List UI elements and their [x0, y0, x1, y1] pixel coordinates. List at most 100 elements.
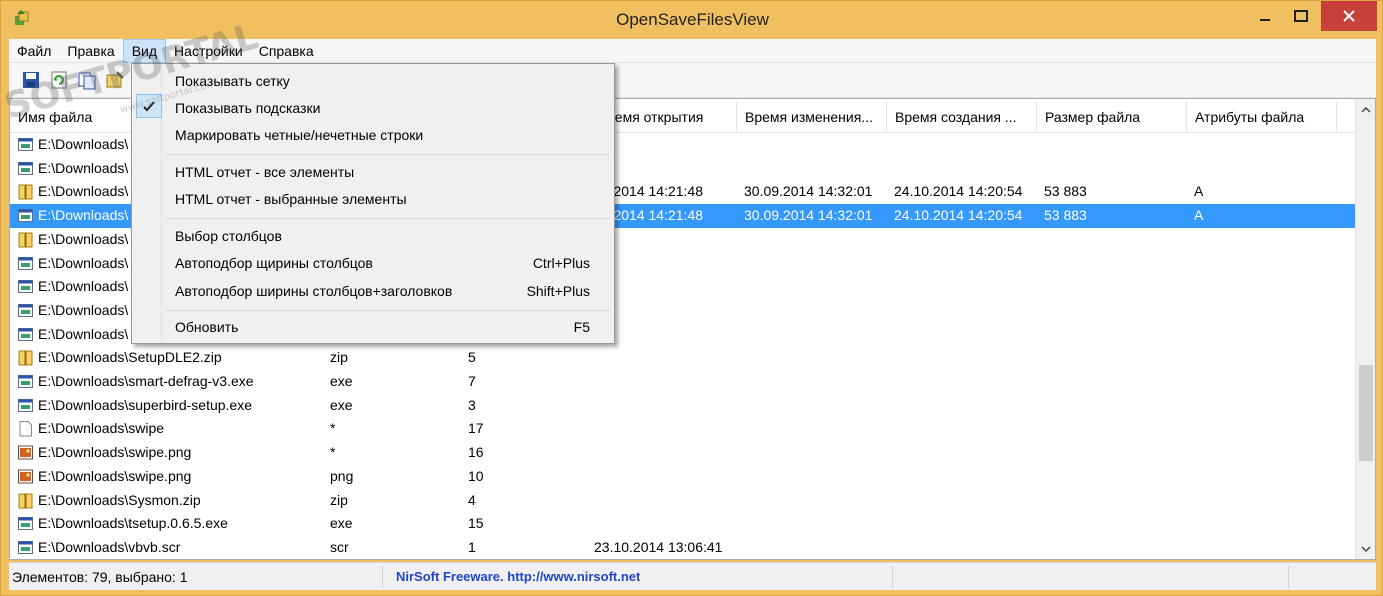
menu-item-html-report-selected[interactable]: HTML отчет - выбранные элементы — [134, 186, 612, 213]
column-header-created[interactable]: Время создания ... — [887, 101, 1037, 133]
menu-item-label: Автоподбор ширины столбцов+заголовков — [175, 283, 453, 299]
cell-size — [1044, 275, 1184, 299]
scroll-up-button[interactable] — [1356, 101, 1375, 118]
status-bar: Элементов: 79, выбрано: 1 NirSoft Freewa… — [9, 562, 1376, 590]
cell-size — [1044, 133, 1184, 157]
column-header-attributes[interactable]: Атрибуты файла — [1187, 101, 1337, 133]
cell-modified — [744, 133, 884, 157]
cell-attr — [1194, 536, 1334, 559]
cell-modified: 30.09.2014 14:32:01 — [744, 207, 873, 224]
maximize-button[interactable] — [1284, 1, 1318, 31]
save-icon[interactable] — [21, 70, 41, 90]
table-row[interactable]: E:\Downloads\tsetup.0.6.5.exe exe 15 — [10, 512, 1355, 536]
cell-opened — [594, 252, 734, 276]
table-row[interactable]: E:\Downloads\Sysmon.zip zip 4 — [10, 489, 1355, 513]
close-button[interactable] — [1321, 1, 1377, 31]
exe-file-icon — [18, 327, 33, 341]
menu-item-show-grid[interactable]: Показывать сетку — [134, 68, 612, 95]
cell-count: 10 — [468, 467, 484, 484]
status-nirsoft-link[interactable]: NirSoft Freeware. http://www.nirsoft.net — [393, 566, 893, 588]
cell-modified — [744, 252, 884, 276]
cell-modified — [744, 370, 884, 394]
scroll-down-button[interactable] — [1356, 540, 1375, 557]
minimize-button[interactable] — [1248, 1, 1282, 31]
cell-modified — [744, 417, 884, 441]
chevron-down-icon — [1361, 545, 1371, 552]
cell-opened — [594, 133, 734, 157]
refresh-icon[interactable] — [49, 70, 69, 90]
cell-opened — [594, 417, 734, 441]
cell-ext: exe — [330, 515, 353, 532]
scroll-thumb[interactable] — [1359, 365, 1373, 461]
cell-modified — [744, 275, 884, 299]
menu-item-mark-rows[interactable]: Маркировать четные/нечетные строки — [134, 122, 612, 149]
cell-attr — [1194, 489, 1334, 513]
cell-created — [894, 370, 1034, 394]
table-row[interactable]: E:\Downloads\smart-defrag-v3.exe exe 7 — [10, 370, 1355, 394]
cell-modified — [744, 346, 884, 370]
title-bar[interactable]: OpenSaveFilesView — [1, 1, 1383, 39]
image-file-icon — [18, 445, 33, 460]
table-row[interactable]: E:\Downloads\swipe * 17 — [10, 417, 1355, 441]
menu-item-refresh[interactable]: Обновить F5 — [134, 314, 612, 341]
cell-size — [1044, 157, 1184, 181]
cell-opened: 10.2014 14:21:48 — [594, 183, 703, 200]
menu-item-html-report-all[interactable]: HTML отчет - все элементы — [134, 159, 612, 186]
cell-name: E:\Downloads\superbird-setup.exe — [38, 396, 253, 413]
menu-item-label: Автоподбор щирины столбцов — [175, 255, 373, 271]
column-header-size[interactable]: Размер файла — [1037, 101, 1187, 133]
cell-modified — [744, 157, 884, 181]
cell-opened — [594, 465, 734, 489]
cell-count: 1 — [468, 538, 476, 555]
exe-file-icon — [18, 209, 33, 223]
table-row[interactable]: E:\Downloads\swipe.png * 16 — [10, 441, 1355, 465]
menu-view[interactable]: Вид — [122, 38, 167, 63]
cell-attr — [1194, 133, 1334, 157]
cell-created — [894, 417, 1034, 441]
cell-attr — [1194, 346, 1334, 370]
menu-item-choose-columns[interactable]: Выбор столбцов — [134, 223, 612, 250]
cell-count: 5 — [468, 349, 476, 366]
menu-item-label: HTML отчет - выбранные элементы — [175, 191, 407, 207]
column-header-modified[interactable]: Время изменения... — [737, 101, 887, 133]
menu-options[interactable]: Настройки — [166, 39, 251, 63]
column-header-opened[interactable]: ремя открытия — [594, 101, 737, 133]
cell-created — [894, 157, 1034, 181]
cell-ext: exe — [330, 373, 353, 389]
cell-ext: png — [330, 467, 354, 484]
cell-created — [894, 536, 1034, 559]
close-icon — [1343, 10, 1355, 22]
vertical-scrollbar[interactable] — [1355, 99, 1375, 559]
cell-size — [1044, 536, 1184, 559]
menu-item-show-tooltips[interactable]: Показывать подсказки — [134, 95, 612, 122]
cell-attr — [1194, 370, 1334, 394]
zip-file-icon — [18, 232, 33, 248]
menu-file[interactable]: Файл — [9, 39, 59, 63]
table-row[interactable]: E:\Downloads\swipe.png png 10 — [10, 465, 1355, 489]
copy-icon[interactable] — [77, 70, 97, 90]
menu-item-autosize-columns[interactable]: Автоподбор щирины столбцов Ctrl+Plus — [134, 250, 612, 277]
image-file-icon — [18, 469, 33, 484]
properties-icon[interactable] — [105, 70, 125, 90]
cell-opened — [594, 394, 734, 418]
exe-file-icon — [18, 303, 33, 317]
cell-created — [894, 228, 1034, 252]
cell-modified — [744, 228, 884, 252]
cell-attr — [1194, 252, 1334, 276]
cell-size: 53 883 — [1044, 207, 1087, 224]
cell-name: E:\Downloads\smart-defrag-v3.exe — [38, 373, 254, 389]
cell-size: 53 883 — [1044, 183, 1087, 200]
cell-attr — [1194, 512, 1334, 536]
table-row[interactable]: E:\Downloads\SetupDLE2.zip zip 5 — [10, 346, 1355, 370]
table-row[interactable]: E:\Downloads\superbird-setup.exe exe 3 — [10, 394, 1355, 418]
cell-name: E:\Downloads\swipe.png — [38, 444, 192, 461]
cell-modified — [744, 512, 884, 536]
cell-created — [894, 465, 1034, 489]
table-row[interactable]: E:\Downloads\vbvb.scr scr 1 23.10.2014 13:0… — [10, 536, 1355, 559]
cell-size — [1044, 394, 1184, 418]
exe-file-icon — [18, 540, 33, 554]
cell-attr — [1194, 275, 1334, 299]
menu-help[interactable]: Справка — [251, 39, 322, 63]
menu-item-autosize-columns-headers[interactable]: Автоподбор ширины столбцов+заголовков Shi… — [134, 278, 612, 305]
menu-edit[interactable]: Правка — [59, 39, 122, 63]
